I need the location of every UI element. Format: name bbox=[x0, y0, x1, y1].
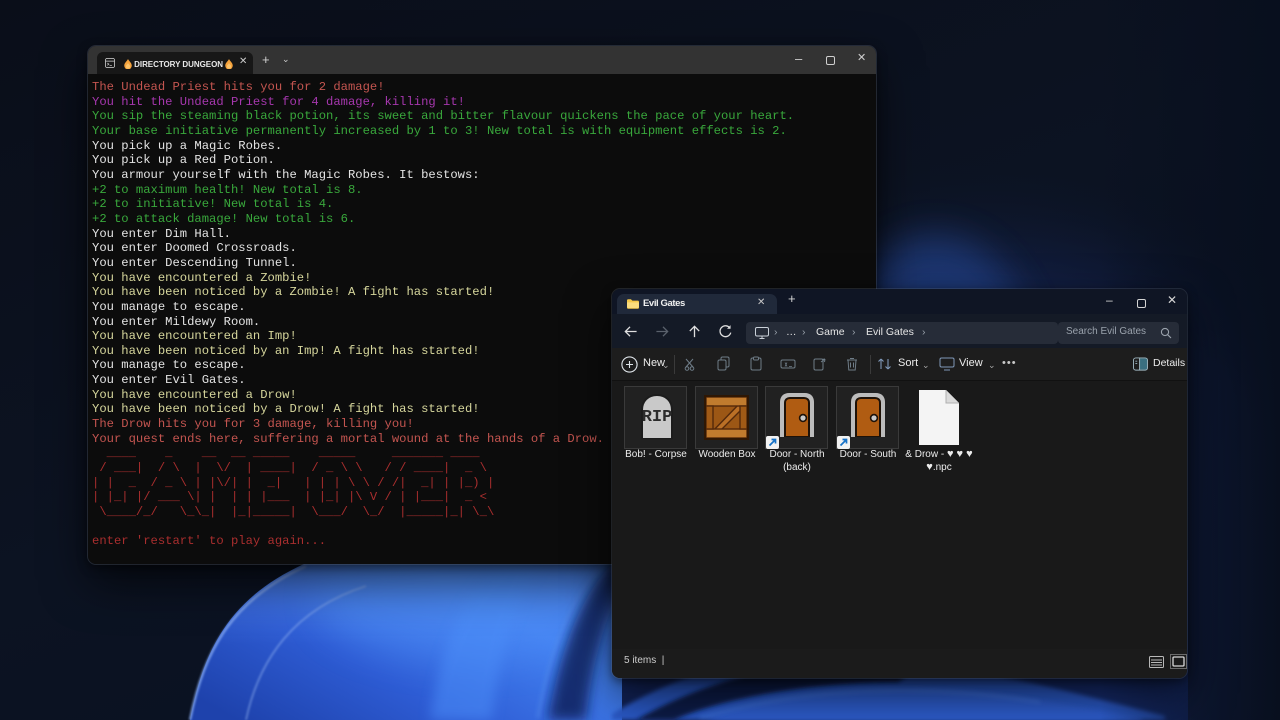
svg-text:RIP: RIP bbox=[642, 408, 673, 427]
